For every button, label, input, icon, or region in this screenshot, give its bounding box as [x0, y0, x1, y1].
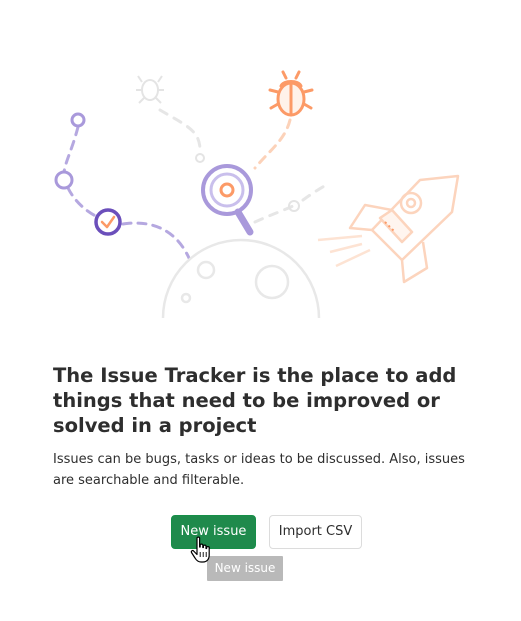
empty-state-illustration [54, 70, 460, 319]
medium-circle [54, 170, 74, 190]
magnifier-icon [201, 164, 254, 236]
empty-state-description: Issues can be bugs, tasks or ideas to be… [53, 452, 465, 488]
orange-bug-icon [268, 70, 314, 117]
bug-icon [136, 75, 164, 104]
empty-state-title: The Issue Tracker is the place to add th… [53, 364, 457, 437]
rocket-icon [317, 174, 460, 284]
purple-path [62, 125, 191, 260]
new-issue-button[interactable]: New issue [171, 515, 256, 549]
checkmark-icon [94, 208, 122, 236]
import-csv-button[interactable]: Import CSV [269, 515, 362, 549]
small-circle [70, 112, 86, 128]
new-issue-tooltip: New issue [207, 556, 283, 581]
pointer-hand-icon [190, 536, 210, 563]
